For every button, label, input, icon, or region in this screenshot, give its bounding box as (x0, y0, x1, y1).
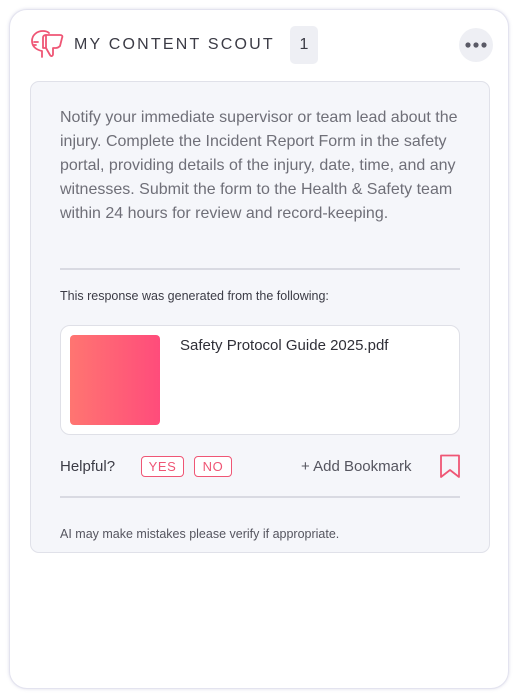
sources-caption: This response was generated from the fol… (60, 289, 329, 303)
ai-disclaimer: AI may make mistakes please verify if ap… (60, 527, 340, 541)
more-horizontal-icon (465, 42, 487, 48)
content-scout-card: MY CONTENT SCOUT 1 Notify your immediate… (9, 9, 509, 689)
result-count-badge: 1 (290, 26, 318, 64)
answer-text: Notify your immediate supervisor or team… (60, 109, 458, 222)
source-document-card[interactable]: Safety Protocol Guide 2025.pdf (60, 325, 460, 435)
bookmark-icon[interactable] (439, 454, 461, 484)
document-thumbnail (70, 335, 160, 425)
yes-button[interactable]: YES (141, 456, 184, 477)
add-bookmark-button[interactable]: + Add Bookmark (301, 458, 411, 475)
no-button[interactable]: NO (194, 456, 232, 477)
response-panel: Notify your immediate supervisor or team… (30, 81, 490, 553)
app-title: MY CONTENT SCOUT (74, 36, 275, 53)
thumbs-down-head-icon (29, 29, 65, 61)
feedback-row: Helpful? YES NO + Add Bookmark (31, 452, 489, 482)
card-header: MY CONTENT SCOUT 1 (10, 10, 508, 82)
helpful-label: Helpful? (60, 458, 116, 475)
divider (60, 496, 460, 498)
source-document-name[interactable]: Safety Protocol Guide 2025.pdf (180, 337, 388, 354)
divider (60, 268, 460, 270)
more-options-button[interactable] (459, 28, 493, 62)
